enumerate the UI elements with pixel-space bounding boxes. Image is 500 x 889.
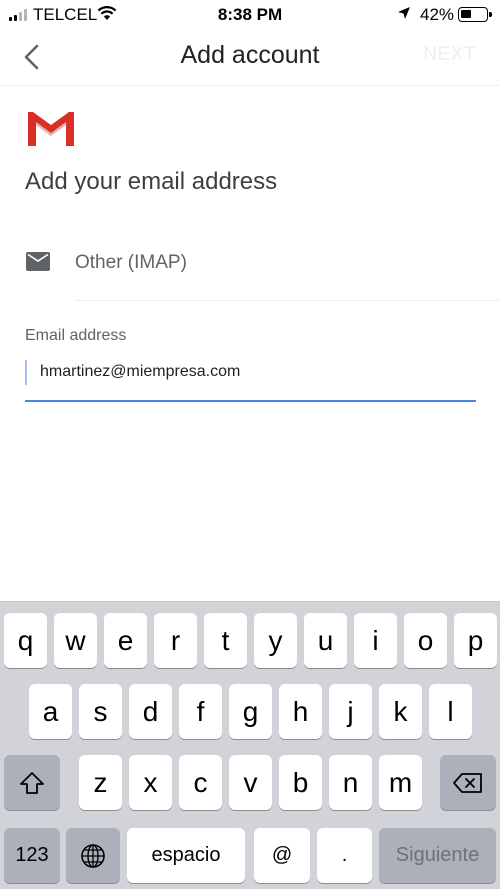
backspace-icon — [453, 772, 482, 793]
key-b[interactable]: b — [279, 755, 322, 810]
dot-key[interactable]: . — [317, 828, 372, 883]
key-h[interactable]: h — [279, 684, 322, 739]
key-r[interactable]: r — [154, 613, 197, 668]
key-i[interactable]: i — [354, 613, 397, 668]
key-q[interactable]: q — [4, 613, 47, 668]
key-y[interactable]: y — [254, 613, 297, 668]
heading: Add your email address — [25, 168, 278, 195]
email-value: hmartinez@miempresa.com — [40, 363, 241, 380]
battery-icon — [458, 7, 492, 22]
key-o[interactable]: o — [404, 613, 447, 668]
divider — [75, 300, 500, 301]
key-x[interactable]: x — [129, 755, 172, 810]
key-a[interactable]: a — [29, 684, 72, 739]
globe-icon — [81, 843, 105, 868]
key-c[interactable]: c — [179, 755, 222, 810]
battery-percent: 42% — [420, 5, 455, 24]
provider-label: Other (IMAP) — [75, 252, 187, 273]
numbers-key[interactable]: 123 — [4, 828, 60, 883]
status-bar: TELCEL 8:38 PM 42% — [0, 0, 500, 30]
key-g[interactable]: g — [229, 684, 272, 739]
key-w[interactable]: w — [54, 613, 97, 668]
key-z[interactable]: z — [79, 755, 122, 810]
text-cursor — [25, 360, 27, 385]
key-j[interactable]: j — [329, 684, 372, 739]
keyboard: q w e r t y u i o p a s d f g h j k l z … — [0, 601, 500, 889]
mail-icon — [26, 252, 50, 271]
location-arrow-icon — [398, 7, 410, 19]
app-bar: Add account NEXT — [0, 30, 500, 86]
key-s[interactable]: s — [79, 684, 122, 739]
email-field-label: Email address — [25, 327, 127, 344]
return-key[interactable]: Siguiente — [379, 828, 496, 883]
key-l[interactable]: l — [429, 684, 472, 739]
key-k[interactable]: k — [379, 684, 422, 739]
key-m[interactable]: m — [379, 755, 422, 810]
key-d[interactable]: d — [129, 684, 172, 739]
gmail-logo — [26, 109, 76, 147]
next-button[interactable]: NEXT — [423, 44, 476, 66]
key-f[interactable]: f — [179, 684, 222, 739]
key-n[interactable]: n — [329, 755, 372, 810]
at-key[interactable]: @ — [254, 828, 310, 883]
email-field[interactable]: hmartinez@miempresa.com — [25, 353, 476, 402]
shift-icon — [20, 771, 44, 794]
globe-key[interactable] — [66, 828, 120, 883]
provider-row[interactable]: Other (IMAP) — [0, 230, 500, 302]
space-key[interactable]: espacio — [127, 828, 245, 883]
key-p[interactable]: p — [454, 613, 497, 668]
key-t[interactable]: t — [204, 613, 247, 668]
key-u[interactable]: u — [304, 613, 347, 668]
key-e[interactable]: e — [104, 613, 147, 668]
shift-key[interactable] — [4, 755, 60, 810]
delete-key[interactable] — [440, 755, 496, 810]
key-v[interactable]: v — [229, 755, 272, 810]
